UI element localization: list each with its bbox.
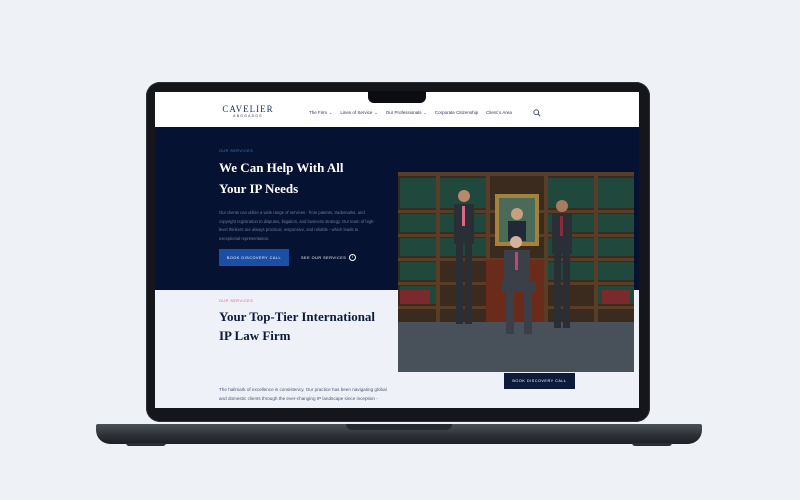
brand-tagline: ABOGADOS xyxy=(233,114,263,118)
team-photo xyxy=(398,172,634,372)
hero-title-line: We Can Help With All xyxy=(219,160,344,175)
nav-item-the-firm[interactable]: The Firm ⌄ xyxy=(309,110,332,115)
search-icon[interactable] xyxy=(533,109,541,117)
section-description-line: and domestic clients through the ever-ch… xyxy=(219,396,378,401)
camera-notch xyxy=(368,91,426,103)
hero-eyebrow: Our Services xyxy=(219,149,254,153)
book-discovery-call-button-secondary[interactable]: Book Discovery Call xyxy=(504,373,575,389)
laptop-foot-left xyxy=(126,443,166,446)
see-our-services-link[interactable]: See Our Services i xyxy=(301,254,357,261)
nav-item-label: Corporate Citizenship xyxy=(434,110,479,115)
section-description-line: The hallmark of excellence is consistenc… xyxy=(219,387,387,392)
nav-item-lines-of-service[interactable]: Lines of Service ⌄ xyxy=(340,110,377,115)
nav-item-label: Client´s Area xyxy=(486,110,512,115)
see-our-services-label: See Our Services xyxy=(301,255,347,260)
laptop-opening-lip xyxy=(346,424,452,430)
laptop-screen: CAVELIER ABOGADOS The Firm ⌄ Lines of Se… xyxy=(155,92,639,408)
nav-item-corporate-citizenship[interactable]: Corporate Citizenship xyxy=(435,110,478,115)
nav-menu: The Firm ⌄ Lines of Service ⌄ Our Profes… xyxy=(309,110,512,115)
nav-item-our-professionals[interactable]: Our Professionals ⌄ xyxy=(386,110,427,115)
section-title-line: IP Law Firm xyxy=(219,328,291,343)
nav-item-label: The Firm xyxy=(309,110,327,115)
hero-title: We Can Help With All Your IP Needs xyxy=(219,157,389,199)
hero-title-line: Your IP Needs xyxy=(219,181,299,196)
info-icon: i xyxy=(349,254,357,261)
brand-logo[interactable]: CAVELIER ABOGADOS xyxy=(218,105,278,119)
book-discovery-call-button[interactable]: Book Discovery Call xyxy=(219,249,289,266)
chevron-down-icon: ⌄ xyxy=(329,110,333,115)
brand-name: CAVELIER xyxy=(222,104,274,114)
team-photo-illustration xyxy=(398,172,634,372)
hero-description: Our clients can utilize a wide range of … xyxy=(219,210,375,241)
nav-item-label: Lines of Service xyxy=(340,110,373,115)
laptop-foot-right xyxy=(632,443,672,446)
nav-item-clients-area[interactable]: Client´s Area xyxy=(486,110,512,115)
chevron-down-icon: ⌄ xyxy=(423,110,427,115)
section-eyebrow: Our Services xyxy=(219,299,254,303)
nav-item-label: Our Professionals xyxy=(385,110,422,115)
section-title: Your Top-Tier International IP Law Firm xyxy=(219,307,399,345)
section-description: The hallmark of excellence is consistenc… xyxy=(219,385,429,403)
chevron-down-icon: ⌄ xyxy=(374,110,378,115)
section-title-line: Your Top-Tier International xyxy=(219,309,376,324)
